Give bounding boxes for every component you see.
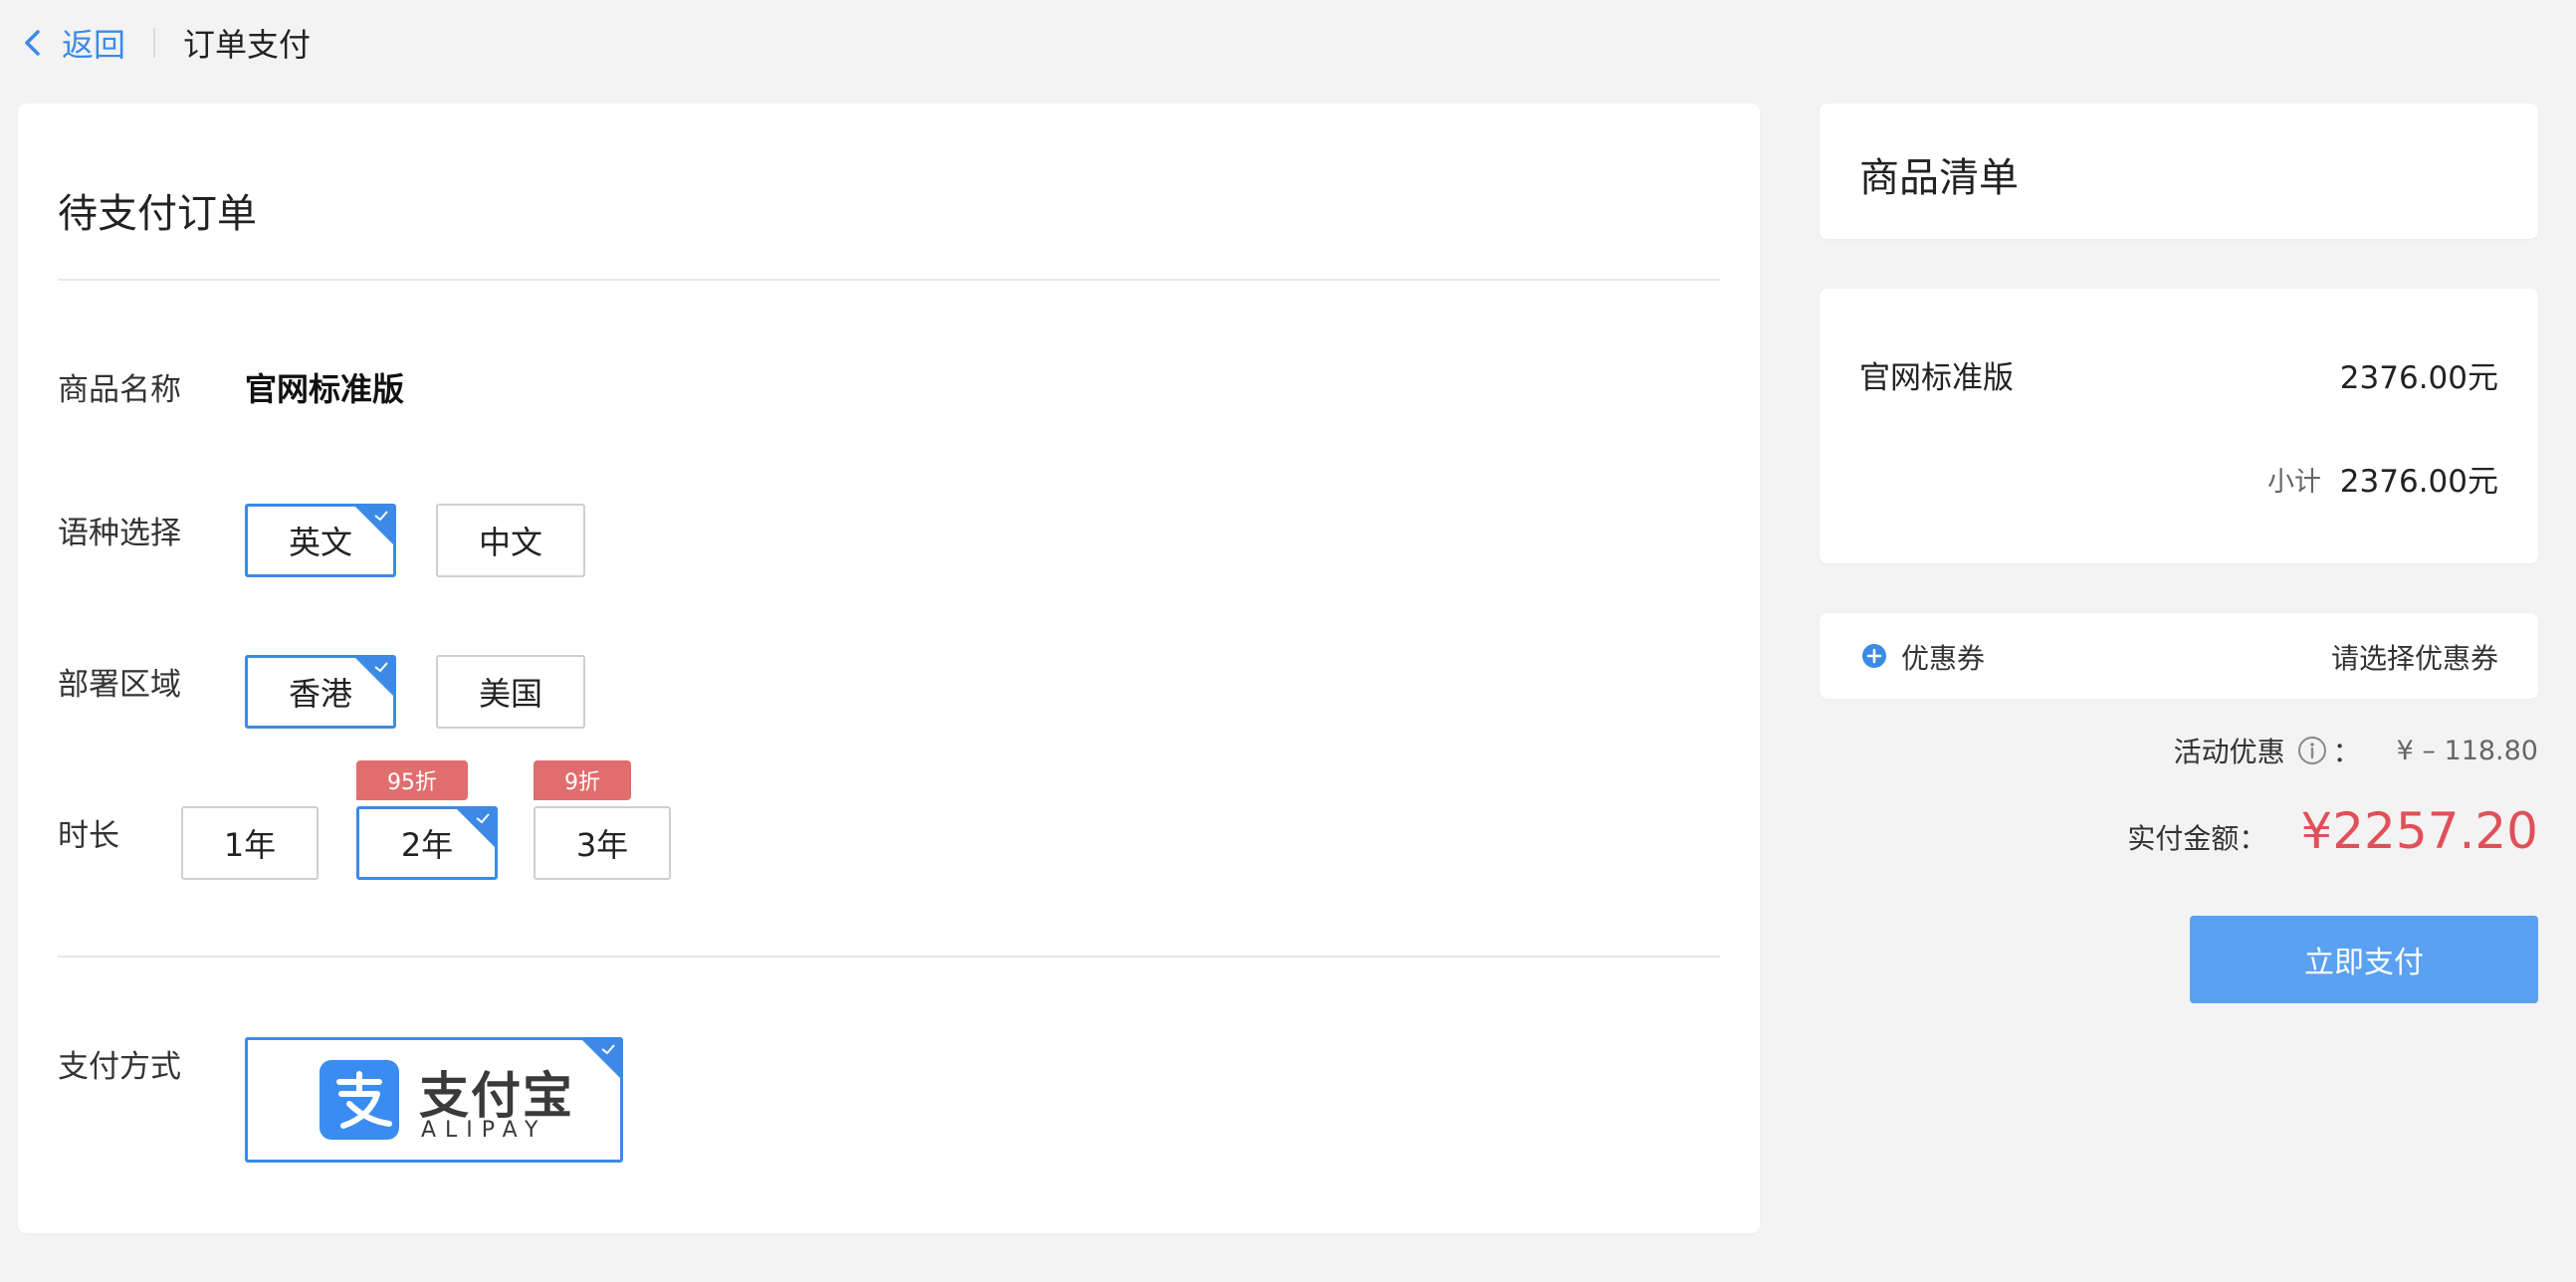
region-option-label: 美国	[478, 675, 542, 713]
promo-label: 活动优惠	[2173, 736, 2285, 768]
duration-option-label: 3年	[575, 826, 629, 864]
subtotal-value: 2376.00元	[2339, 464, 2498, 500]
divider-top	[58, 279, 1720, 281]
breadcrumb-separator	[153, 28, 156, 58]
coupon-row[interactable]: 优惠券 请选择优惠券	[1820, 613, 2538, 699]
order-title: 待支付订单	[58, 191, 257, 237]
alipay-name-en: ALIPAY	[421, 1118, 547, 1143]
back-button[interactable]: 返回	[22, 20, 125, 66]
region-option-label: 香港	[288, 675, 352, 713]
region-label: 部署区域	[58, 667, 181, 703]
promo-row: 活动优惠 ： ¥ – 118.80	[2174, 731, 2538, 770]
top-bar: 返回 订单支付	[0, 0, 2576, 86]
check-icon	[601, 1044, 615, 1055]
item-price: 2376.00元	[2339, 360, 2498, 396]
payment-option-alipay[interactable]: 支付宝 ALIPAY	[245, 1037, 623, 1163]
check-icon	[374, 511, 388, 522]
total-row: 实付金额： ¥2257.20	[2127, 802, 2538, 860]
total-value: ¥2257.20	[2300, 802, 2538, 860]
divider-bottom	[58, 956, 1720, 958]
check-icon	[476, 813, 490, 824]
chevron-left-icon	[25, 30, 40, 56]
language-option-english[interactable]: 英文	[245, 504, 396, 577]
duration-option-3y[interactable]: 3年	[534, 806, 671, 880]
promo-colon: ：	[2332, 736, 2361, 768]
product-label: 商品名称	[58, 372, 181, 408]
language-option-chinese[interactable]: 中文	[436, 504, 585, 577]
duration-option-1y[interactable]: 1年	[181, 806, 319, 880]
coupon-label: 优惠券	[1901, 642, 1986, 675]
alipay-icon	[320, 1060, 399, 1140]
duration-option-2y[interactable]: 2年	[356, 806, 498, 880]
discount-badge-95: 95折	[356, 760, 468, 800]
back-label: 返回	[62, 26, 126, 64]
duration-option-label: 1年	[223, 826, 277, 864]
payment-label: 支付方式	[58, 1049, 181, 1085]
region-option-hongkong[interactable]: 香港	[245, 655, 396, 729]
total-label: 实付金额：	[2127, 822, 2267, 855]
promo-value: ¥ – 118.80	[2396, 735, 2538, 766]
product-list-title: 商品清单	[1859, 155, 2019, 201]
breadcrumb: 订单支付	[183, 26, 312, 64]
subtotal-label: 小计	[2267, 467, 2321, 498]
pay-now-button[interactable]: 立即支付	[2190, 916, 2538, 1003]
plus-circle-icon	[1862, 644, 1886, 668]
region-option-usa[interactable]: 美国	[436, 655, 585, 729]
product-name: 官网标准版	[245, 370, 405, 408]
product-list-card: 商品清单	[1820, 104, 2538, 239]
item-name: 官网标准版	[1859, 360, 2014, 396]
order-items-card: 官网标准版 2376.00元 小计 2376.00元	[1820, 289, 2538, 563]
discount-badge-9: 9折	[534, 760, 631, 800]
language-label: 语种选择	[58, 516, 181, 551]
coupon-select[interactable]: 请选择优惠券	[2331, 637, 2498, 677]
duration-option-label: 2年	[400, 826, 454, 864]
check-icon	[374, 662, 388, 673]
duration-label: 时长	[58, 818, 119, 854]
language-option-label: 英文	[288, 524, 352, 561]
order-card: 待支付订单 商品名称 官网标准版 语种选择 英文 中文 部署区域 香港 美国 时…	[18, 104, 1760, 1233]
language-option-label: 中文	[478, 524, 542, 561]
info-icon[interactable]	[2297, 736, 2327, 765]
